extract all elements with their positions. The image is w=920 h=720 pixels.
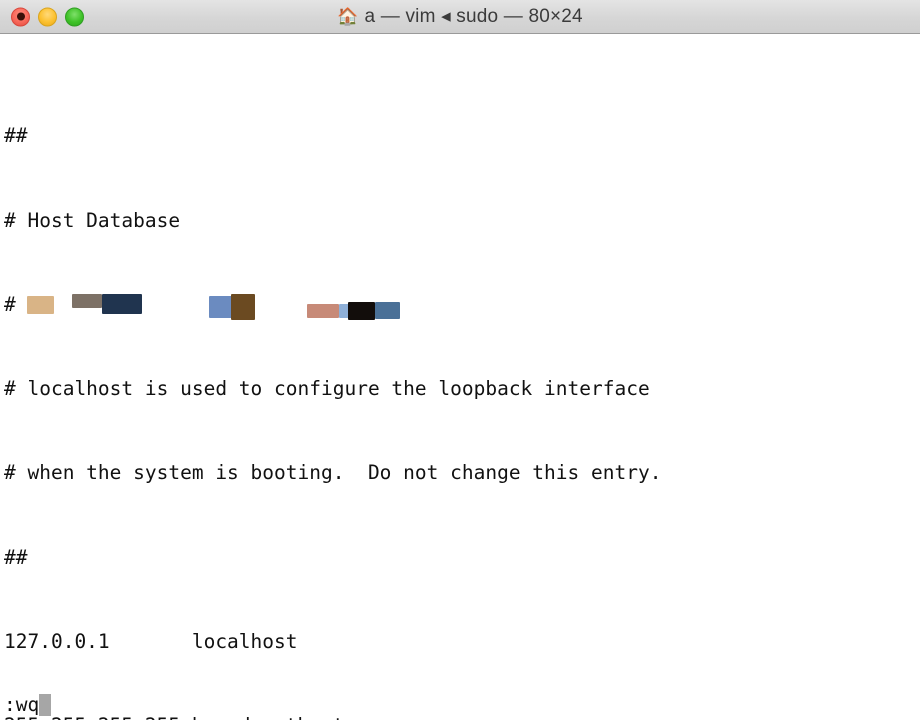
close-button[interactable] [11, 7, 30, 26]
buffer-line: 127.0.0.1 localhost [4, 629, 298, 653]
vim-command-text: :wq [4, 693, 40, 716]
buffer-line: # localhost is used to configure the loo… [4, 377, 650, 401]
buffer-line: # when the system is booting. Do not cha… [4, 461, 662, 485]
window-titlebar[interactable]: 🏠 a — vim ◂ sudo — 80×24 [0, 0, 920, 34]
window-controls [11, 7, 84, 26]
window-title-text: a — vim ◂ sudo — 80×24 [364, 6, 583, 27]
buffer-line: # [4, 292, 16, 316]
home-icon: 🏠 [337, 7, 359, 26]
window-title: 🏠 a — vim ◂ sudo — 80×24 [337, 7, 583, 26]
buffer-line: ## [4, 545, 28, 569]
buffer-line: # Host Database [4, 208, 181, 232]
buffer-line: 255.255.255.255 broadcasthost [4, 712, 920, 720]
terminal-body[interactable]: ## # Host Database # # localhost is used… [0, 34, 920, 720]
vim-buffer: ## # Host Database # # localhost is used… [4, 38, 920, 720]
terminal-window: 🏠 a — vim ◂ sudo — 80×24 ## # Host Datab… [0, 0, 920, 720]
buffer-line: ## [4, 124, 28, 148]
text-cursor [39, 694, 52, 716]
maximize-button[interactable] [65, 7, 84, 26]
minimize-button[interactable] [38, 7, 57, 26]
vim-command-line[interactable]: :wq [4, 692, 52, 718]
